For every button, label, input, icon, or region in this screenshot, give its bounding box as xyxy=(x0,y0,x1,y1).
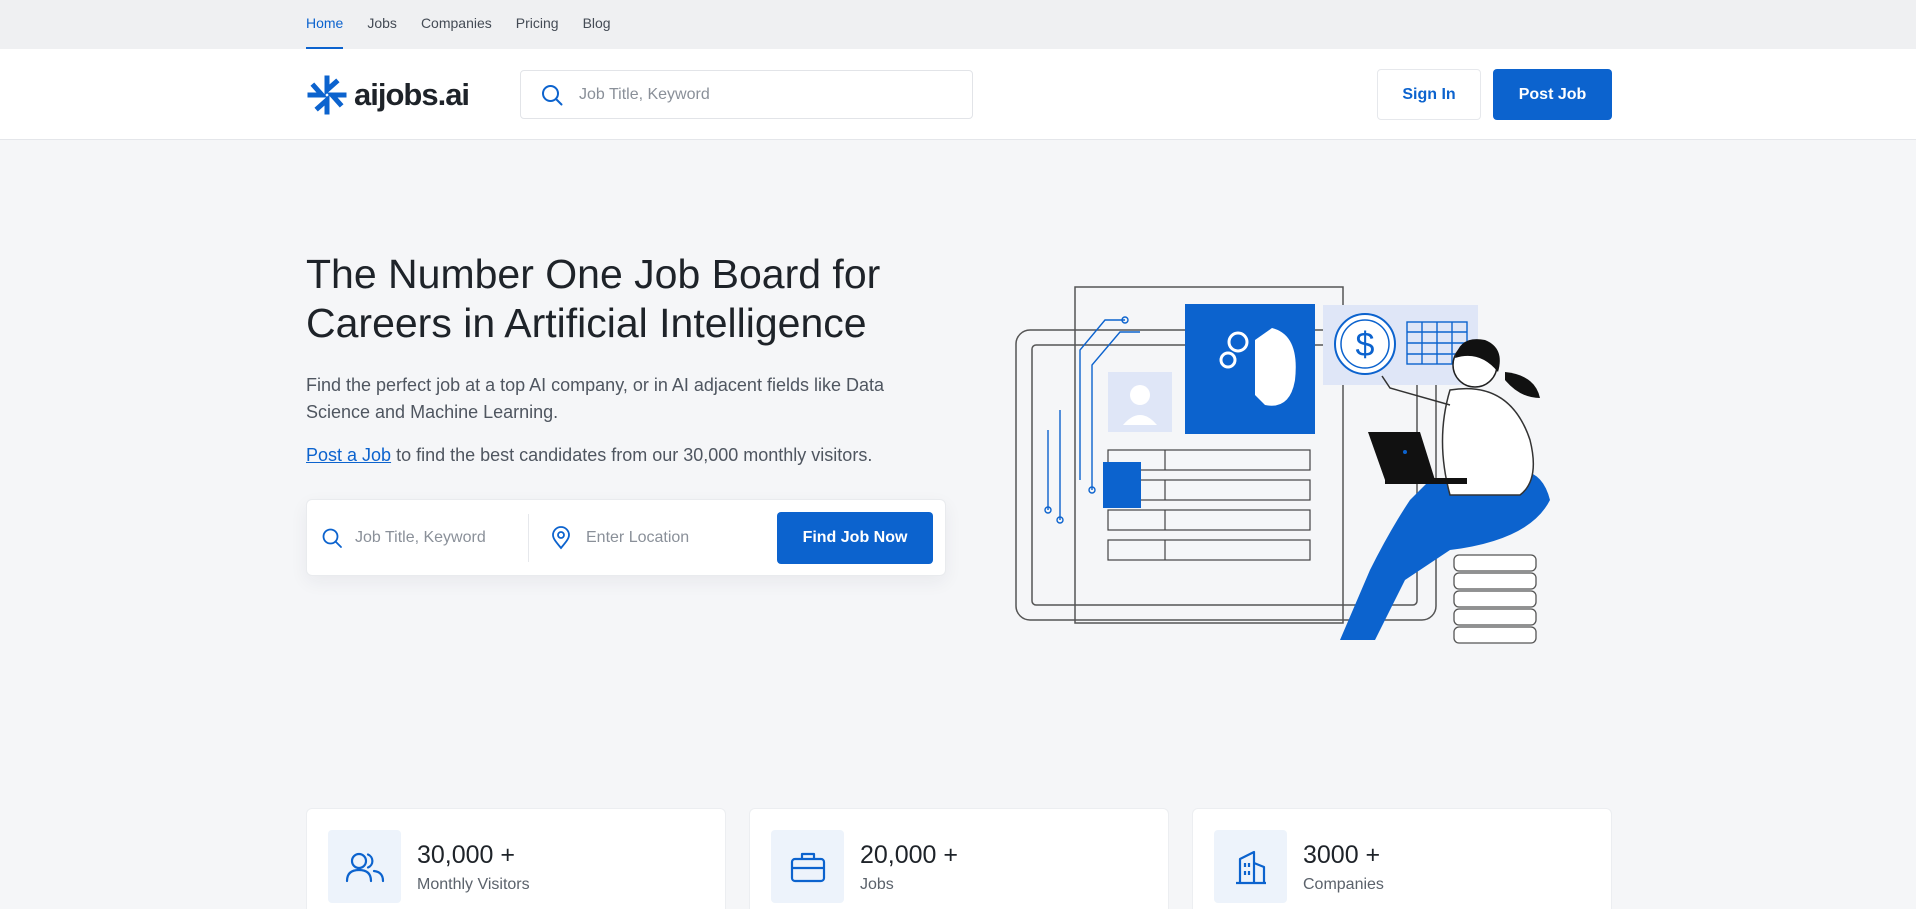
top-nav: Home Jobs Companies Pricing Blog xyxy=(0,0,1916,49)
search-icon xyxy=(542,84,563,105)
post-a-job-link[interactable]: Post a Job xyxy=(306,445,391,465)
logo[interactable]: aijobs.ai xyxy=(306,74,470,116)
stat-card-visitors: 30,000 + Monthly Visitors xyxy=(306,808,726,909)
stat-label: Monthly Visitors xyxy=(417,876,530,893)
stat-value: 20,000 + xyxy=(860,841,959,869)
laptop-screen xyxy=(1368,432,1435,480)
logo-mark-icon xyxy=(307,75,347,115)
search-divider xyxy=(528,514,529,562)
site-header: aijobs.ai Sign In Post Job xyxy=(0,49,1916,140)
post-job-button[interactable]: Post Job xyxy=(1493,69,1612,120)
nav-jobs[interactable]: Jobs xyxy=(367,0,397,49)
search-icon xyxy=(322,528,342,548)
sign-in-button[interactable]: Sign In xyxy=(1377,69,1481,120)
building-icon xyxy=(1235,850,1266,884)
hero-illustration: $ xyxy=(1015,286,1550,644)
stat-card-companies: 3000 + Companies xyxy=(1192,808,1612,909)
logo-text: aijobs.ai xyxy=(354,77,470,112)
hero-subtitle: Find the perfect job at a top AI company… xyxy=(306,375,884,422)
nav-blog[interactable]: Blog xyxy=(583,0,611,49)
keyword-field[interactable] xyxy=(321,514,521,562)
highlight-block xyxy=(1103,462,1141,508)
stat-icon-box xyxy=(328,830,401,903)
stat-card-jobs: 20,000 + Jobs xyxy=(749,808,1169,909)
users-icon xyxy=(345,852,384,882)
job-search-box: Find Job Now xyxy=(306,499,946,576)
stat-label: Companies xyxy=(1303,876,1384,893)
header-search[interactable] xyxy=(520,70,973,119)
stat-value: 3000 + xyxy=(1303,841,1381,869)
find-job-button[interactable]: Find Job Now xyxy=(777,512,933,564)
stat-label: Jobs xyxy=(860,876,894,893)
nav-companies[interactable]: Companies xyxy=(421,0,492,49)
dollar-glyph: $ xyxy=(1356,326,1375,364)
stat-value: 30,000 + xyxy=(417,841,516,869)
hero-post-text: to find the best candidates from our 30,… xyxy=(391,445,873,465)
hero-post-line: Post a Job to find the best candidates f… xyxy=(306,442,966,468)
profile-head xyxy=(1130,385,1150,405)
coin-stack xyxy=(1453,554,1537,644)
nav-home[interactable]: Home xyxy=(306,0,344,49)
top-nav-links: Home Jobs Companies Pricing Blog xyxy=(306,0,611,49)
header-search-input[interactable] xyxy=(579,85,939,104)
nav-pricing[interactable]: Pricing xyxy=(516,0,559,49)
keyword-input[interactable] xyxy=(355,529,515,547)
stat-icon-box xyxy=(771,830,844,903)
location-pin-icon xyxy=(552,526,570,550)
location-input[interactable] xyxy=(586,529,746,547)
person-ponytail xyxy=(1505,372,1540,398)
laptop-base xyxy=(1385,478,1467,484)
location-field[interactable] xyxy=(550,514,760,562)
hero-title: The Number One Job Board for Careers in … xyxy=(306,251,881,346)
stat-icon-box xyxy=(1214,830,1287,903)
briefcase-icon xyxy=(790,852,825,882)
